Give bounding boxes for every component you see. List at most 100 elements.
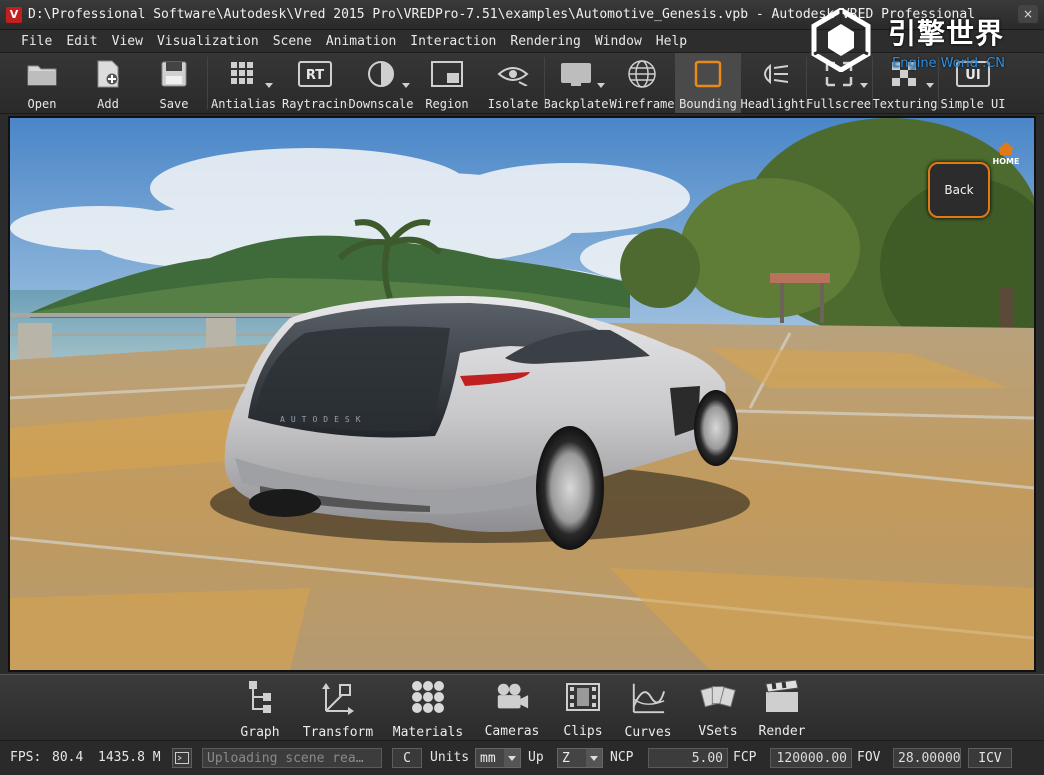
dropdown-caret-icon[interactable] bbox=[597, 83, 605, 88]
fcp-label: FCP bbox=[733, 750, 757, 765]
module-label: Render bbox=[758, 724, 806, 739]
vred-app-icon[interactable]: V bbox=[6, 6, 22, 23]
module-curves-button[interactable]: Curves bbox=[610, 679, 686, 740]
menu-rendering[interactable]: Rendering bbox=[503, 34, 587, 49]
module-bar: Graph Transform Materials Cameras Clips Curve… bbox=[0, 674, 1044, 740]
module-materials-button[interactable]: Materials bbox=[390, 679, 466, 740]
toolbar-raytracing-button[interactable]: RT Raytracing bbox=[282, 53, 348, 113]
fov-label: FOV bbox=[857, 750, 881, 765]
toolbar-label: Wireframe bbox=[609, 97, 675, 111]
add-file-icon bbox=[91, 57, 125, 91]
toolbar-label: Raytracing bbox=[282, 97, 348, 111]
back-label: Back bbox=[944, 183, 974, 197]
toolbar-label: Antialiasing bbox=[211, 97, 277, 111]
toolbar-simple-ui-button[interactable]: UI Simple UI bbox=[940, 53, 1006, 113]
module-label: Materials bbox=[392, 725, 464, 740]
toolbar-isolate-button[interactable]: Isolate bbox=[480, 53, 546, 113]
c-button[interactable]: C bbox=[392, 748, 422, 768]
menu-visualization[interactable]: Visualization bbox=[150, 34, 266, 49]
module-label: Cameras bbox=[484, 724, 540, 739]
toolbar-texturing-button[interactable]: Texturing bbox=[872, 53, 938, 113]
backplate-icon bbox=[559, 57, 593, 91]
toolbar-label: Bounding bbox=[679, 97, 737, 111]
dropdown-caret-icon[interactable] bbox=[402, 83, 410, 88]
ncp-input[interactable]: 5.00 bbox=[648, 748, 728, 768]
toolbar-add-button[interactable]: Add bbox=[75, 53, 141, 113]
toolbar-fullscreen-button[interactable]: Fullscreen bbox=[806, 53, 872, 113]
window-title: D:\Professional Software\Autodesk\Vred 2… bbox=[28, 7, 976, 22]
toolbar-bounding-button[interactable]: Bounding bbox=[675, 53, 741, 113]
terminal-icon bbox=[175, 752, 189, 764]
module-label: Graph bbox=[240, 725, 280, 740]
home-label: HOME bbox=[993, 157, 1020, 166]
toolbar-open-button[interactable]: Open bbox=[9, 53, 75, 113]
menu-view[interactable]: View bbox=[105, 34, 150, 49]
save-icon bbox=[157, 57, 191, 91]
toolbar-save-button[interactable]: Save bbox=[141, 53, 207, 113]
module-label: Curves bbox=[624, 725, 672, 740]
console-button[interactable] bbox=[172, 748, 192, 768]
headlight-icon bbox=[756, 57, 790, 91]
graph-icon bbox=[242, 679, 278, 715]
dropdown-caret-icon[interactable] bbox=[860, 83, 868, 88]
toolbar-separator bbox=[872, 57, 873, 109]
fps-label: FPS: bbox=[10, 750, 42, 765]
texturing-icon bbox=[888, 57, 922, 91]
toolbar-label: Fullscreen bbox=[806, 97, 872, 111]
raytracing-icon: RT bbox=[298, 57, 332, 91]
menu-help[interactable]: Help bbox=[649, 34, 694, 49]
fcp-input[interactable]: 120000.00 bbox=[770, 748, 852, 768]
back-button[interactable]: Back bbox=[928, 162, 990, 218]
up-axis-select[interactable]: Z bbox=[557, 748, 603, 768]
fov-input[interactable]: 28.00000 bbox=[893, 748, 961, 768]
clips-icon bbox=[565, 679, 601, 714]
units-select[interactable]: mm bbox=[475, 748, 521, 768]
toolbar-backplate-button[interactable]: Backplate bbox=[543, 53, 609, 113]
toolbar-label: Save bbox=[159, 97, 189, 111]
module-transform-button[interactable]: Transform bbox=[300, 679, 376, 740]
module-label: Transform bbox=[302, 725, 374, 740]
toolbar-region-button[interactable]: Region bbox=[414, 53, 480, 113]
region-icon bbox=[430, 57, 464, 91]
icv-button[interactable]: ICV bbox=[968, 748, 1012, 768]
module-label: VSets bbox=[698, 724, 738, 739]
home-nav-icon[interactable]: HOME bbox=[986, 140, 1026, 166]
toolbar-antialiasing-button[interactable]: Antialiasing bbox=[211, 53, 277, 113]
scene-render: AUTODESK bbox=[10, 118, 1034, 670]
toolbar-label: Isolate bbox=[487, 97, 539, 111]
rear-glass-text: AUTODESK bbox=[280, 415, 367, 424]
toolbar-separator bbox=[544, 57, 545, 109]
fullscreen-icon bbox=[822, 57, 856, 91]
close-icon: × bbox=[1022, 7, 1034, 21]
downscale-icon bbox=[364, 57, 398, 91]
toolbar-wireframe-button[interactable]: Wireframe bbox=[609, 53, 675, 113]
menu-animation[interactable]: Animation bbox=[319, 34, 403, 49]
module-cameras-button[interactable]: Cameras bbox=[474, 679, 550, 739]
toolbar-label: Add bbox=[97, 97, 119, 111]
render-viewport[interactable]: AUTODESK HOME Back bbox=[8, 116, 1036, 672]
curves-icon bbox=[630, 679, 666, 715]
menu-file[interactable]: File bbox=[14, 34, 59, 49]
menu-window[interactable]: Window bbox=[588, 34, 649, 49]
transform-icon bbox=[320, 679, 356, 715]
toolbar-label: Simple UI bbox=[940, 97, 1006, 111]
menu-scene[interactable]: Scene bbox=[266, 34, 319, 49]
main-toolbar: Open Add Save Antialiasing RT RaytracingDowns… bbox=[0, 52, 1044, 114]
menu-edit[interactable]: Edit bbox=[59, 34, 104, 49]
dropdown-caret-icon[interactable] bbox=[265, 83, 273, 88]
toolbar-separator bbox=[938, 57, 939, 109]
simple-ui-icon: UI bbox=[956, 57, 990, 91]
menu-interaction[interactable]: Interaction bbox=[403, 34, 503, 49]
toolbar-headlight-button[interactable]: Headlight bbox=[740, 53, 806, 113]
render-icon bbox=[764, 679, 800, 714]
dropdown-caret-icon[interactable] bbox=[926, 83, 934, 88]
svg-text:RT: RT bbox=[306, 68, 324, 83]
units-label: Units bbox=[430, 750, 470, 765]
close-window-button[interactable]: × bbox=[1018, 5, 1038, 23]
module-graph-button[interactable]: Graph bbox=[222, 679, 298, 740]
toolbar-downscale-button[interactable]: Downscale bbox=[348, 53, 414, 113]
up-label: Up bbox=[528, 750, 544, 765]
module-render-button[interactable]: Render bbox=[744, 679, 820, 739]
antialiasing-icon bbox=[227, 57, 261, 91]
status-message-field: Uploading scene rea… bbox=[202, 748, 382, 768]
